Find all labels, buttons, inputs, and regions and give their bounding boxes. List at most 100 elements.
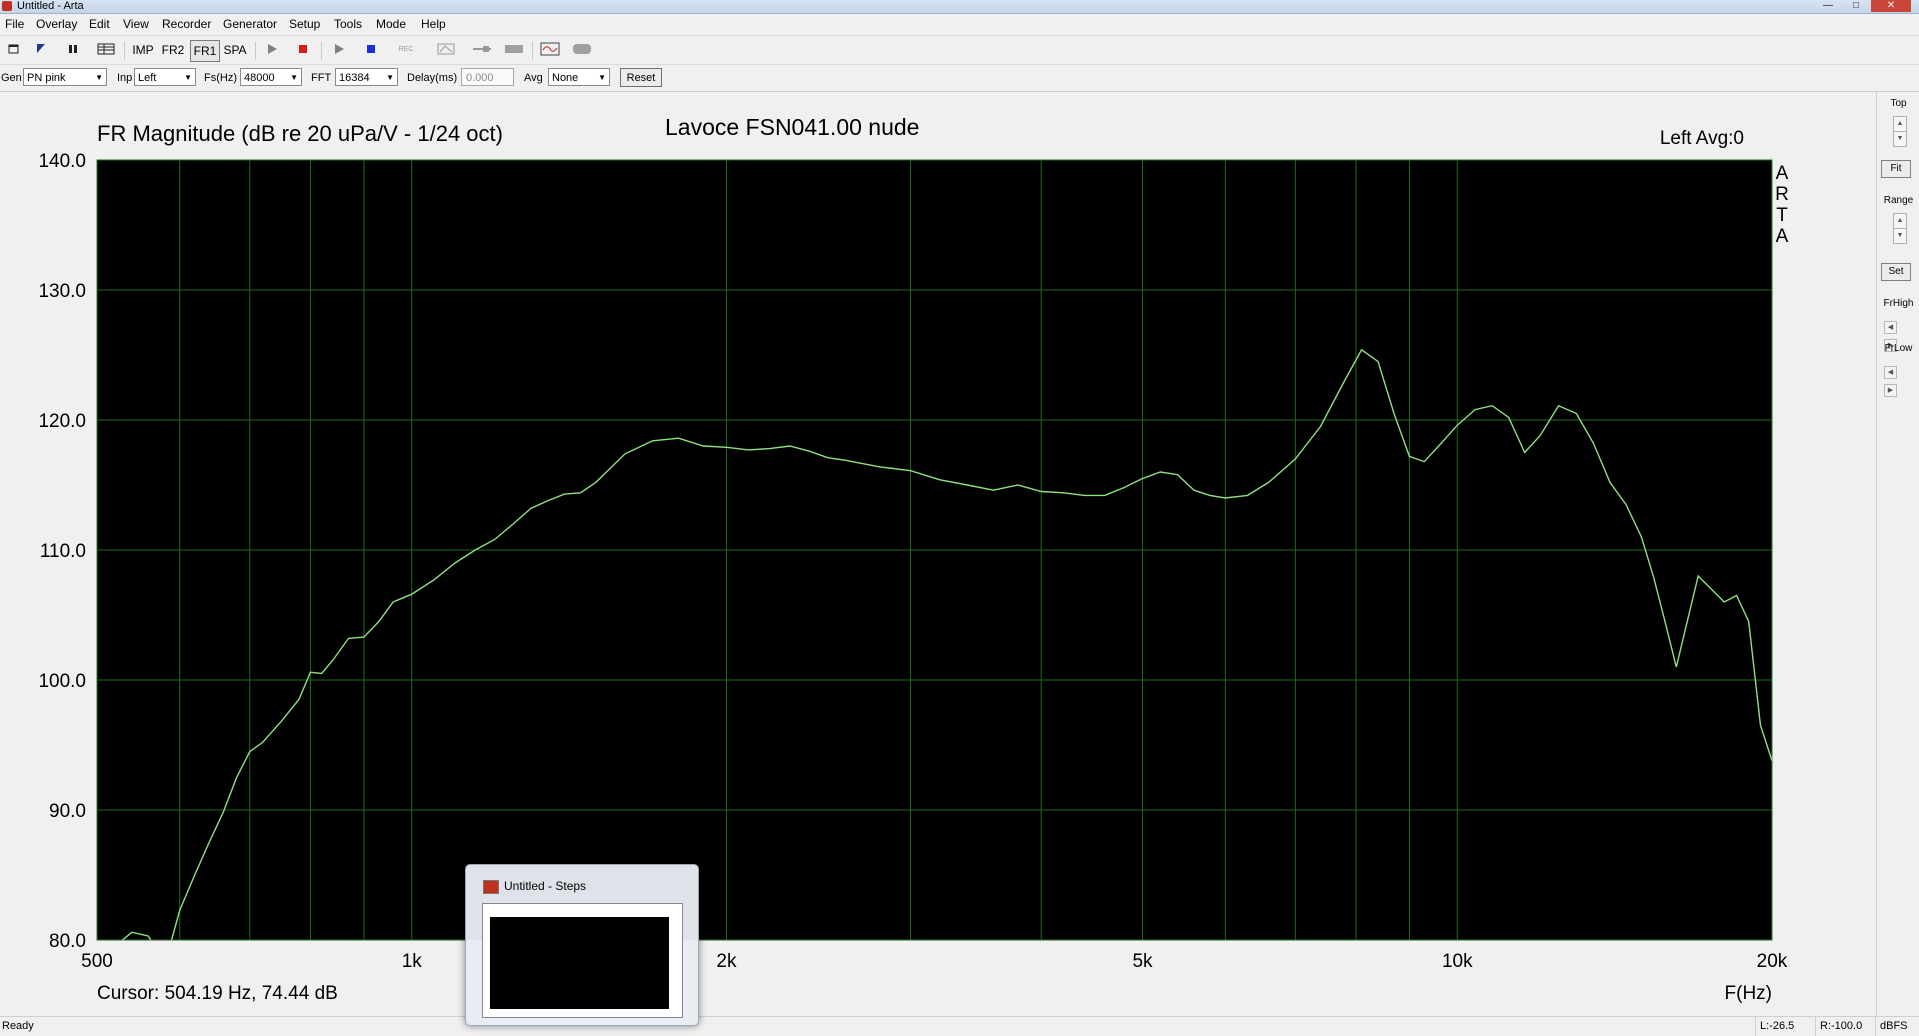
table-icon[interactable] xyxy=(97,42,115,56)
x-tick-label: 2k xyxy=(716,951,737,972)
mode-fr1-button[interactable]: FR1 xyxy=(190,40,220,62)
status-ready: Ready xyxy=(2,1020,34,1032)
status-left-level: L:-26.5 xyxy=(1755,1017,1820,1036)
open-icon[interactable] xyxy=(34,42,48,56)
fft-value: 16384 xyxy=(339,72,370,84)
chevron-down-icon: ▼ xyxy=(95,73,103,82)
top-label: Top xyxy=(1890,98,1907,109)
avg-label: Avg xyxy=(524,72,543,84)
fft-label: FFT xyxy=(311,72,332,84)
top-down-button[interactable]: ▼ xyxy=(1893,131,1907,147)
menu-help[interactable]: Help xyxy=(421,16,446,33)
channel-info: Left Avg:0 xyxy=(1660,128,1744,149)
status-unit: dBFS xyxy=(1875,1017,1919,1036)
window-title: Untitled - Arta xyxy=(17,0,84,12)
avg-value: None xyxy=(552,72,579,84)
stop-icon[interactable] xyxy=(296,42,310,56)
chevron-down-icon: ▼ xyxy=(386,73,394,82)
inp-label: Inp xyxy=(117,72,133,84)
y-tick-label: 80.0 xyxy=(49,931,86,952)
range-label: Range xyxy=(1883,195,1914,206)
window-titlebar: Untitled - Arta — □ ✕ xyxy=(0,0,1919,14)
chevron-down-icon: ▼ xyxy=(290,73,298,82)
fs-select[interactable]: 48000 ▼ xyxy=(240,68,302,86)
range-down-button[interactable]: ▼ xyxy=(1893,228,1907,244)
frhigh-left-button[interactable]: ◀ xyxy=(1884,321,1897,334)
record-icon[interactable]: REC xyxy=(392,40,420,60)
y-axis-title: FR Magnitude (dB re 20 uPa/V - 1/24 oct) xyxy=(97,121,503,146)
set-button[interactable]: Set xyxy=(1881,263,1911,281)
minimize-button[interactable]: — xyxy=(1815,0,1841,12)
pause-icon[interactable] xyxy=(66,42,80,56)
x-tick-label: 500 xyxy=(81,951,113,972)
menu-mode[interactable]: Mode xyxy=(376,16,406,33)
y-tick-label: 140.0 xyxy=(38,151,86,172)
close-button[interactable]: ✕ xyxy=(1871,0,1911,12)
menu-overlay[interactable]: Overlay xyxy=(36,16,77,33)
plot-area: 80.0 90.0 100.0 110.0 120.0 130.0 140.0 500 1k 2k… xyxy=(0,92,1876,1016)
stop-icon[interactable] xyxy=(364,42,378,56)
fit-button[interactable]: Fit xyxy=(1881,160,1911,178)
y-tick-label: 100.0 xyxy=(38,671,86,692)
menu-bar: File Overlay Edit View Recorder Generato… xyxy=(0,14,1919,36)
arta-side-letter: A xyxy=(1776,163,1789,184)
menu-edit[interactable]: Edit xyxy=(89,16,110,33)
frlow-label: FrLow xyxy=(1884,343,1913,354)
y-tick-label: 130.0 xyxy=(38,281,86,302)
mode-imp-button[interactable]: IMP xyxy=(130,40,156,60)
x-tick-label: 5k xyxy=(1132,951,1153,972)
x-tick-label: 1k xyxy=(402,951,423,972)
steps-app-icon xyxy=(483,880,499,894)
gen-value: PN pink xyxy=(27,72,66,84)
frequency-response-chart[interactable]: 80.0 90.0 100.0 110.0 120.0 130.0 140.0 500 1k 2k… xyxy=(0,92,1876,1016)
arta-side-letter: T xyxy=(1776,205,1788,226)
thumbnail-preview xyxy=(482,903,683,1018)
menu-file[interactable]: File xyxy=(5,16,24,33)
thumbnail-preview-plot xyxy=(490,917,669,1009)
sweep-icon[interactable] xyxy=(437,42,455,56)
status-bar: Ready L:-26.5 R:-100.0 dBFS xyxy=(0,1016,1919,1036)
fs-label: Fs(Hz) xyxy=(204,72,237,84)
delay-label: Delay(ms) xyxy=(407,72,458,84)
x-tick-label: 10k xyxy=(1442,951,1473,972)
gen-select[interactable]: PN pink ▼ xyxy=(23,68,107,86)
menu-setup[interactable]: Setup xyxy=(289,16,320,33)
toolbar: IMP FR2 FR1 SPA REC xyxy=(0,36,1919,65)
chevron-down-icon: ▼ xyxy=(184,73,192,82)
menu-view[interactable]: View xyxy=(123,16,149,33)
fft-select[interactable]: 16384 ▼ xyxy=(335,68,398,86)
mode-spa-button[interactable]: SPA xyxy=(221,40,249,60)
menu-generator[interactable]: Generator xyxy=(223,16,277,33)
y-tick-label: 90.0 xyxy=(49,801,86,822)
control-bar: Gen PN pink ▼ Inp Left ▼ Fs(Hz) 48000 ▼ FFT… xyxy=(0,65,1919,92)
signal-icon[interactable] xyxy=(472,42,492,56)
play-icon[interactable] xyxy=(332,42,346,56)
reset-button[interactable]: Reset xyxy=(620,68,662,87)
meter-icon[interactable] xyxy=(504,42,524,56)
delay-input[interactable]: 0.000 xyxy=(461,68,514,86)
taskbar-thumbnail[interactable]: Untitled - Steps xyxy=(465,864,699,1026)
status-right-level: R:-100.0 xyxy=(1815,1017,1878,1036)
frlow-arrows: ◀▶ xyxy=(1884,361,1910,397)
frlow-right-button[interactable]: ▶ xyxy=(1884,384,1897,397)
maximize-button[interactable]: □ xyxy=(1843,0,1869,12)
right-control-panel: Top ▲ ▼ Fit Range ▲ ▼ Set FrHigh ◀▶ FrLo… xyxy=(1876,92,1919,1016)
chevron-down-icon: ▼ xyxy=(598,73,606,82)
menu-tools[interactable]: Tools xyxy=(334,16,362,33)
arta-app-icon xyxy=(2,1,12,11)
oval-icon[interactable] xyxy=(572,42,592,56)
top-up-button[interactable]: ▲ xyxy=(1893,116,1907,132)
thumbnail-title: Untitled - Steps xyxy=(504,879,587,893)
range-up-button[interactable]: ▲ xyxy=(1893,213,1907,229)
play-icon[interactable] xyxy=(265,42,279,56)
frlow-left-button[interactable]: ◀ xyxy=(1884,366,1897,379)
menu-recorder[interactable]: Recorder xyxy=(162,16,211,33)
toolbar-separator xyxy=(532,42,533,60)
avg-select[interactable]: None ▼ xyxy=(548,68,610,86)
scope-icon[interactable] xyxy=(540,42,560,56)
gen-label: Gen xyxy=(1,72,22,84)
inp-select[interactable]: Left ▼ xyxy=(134,68,196,86)
mode-fr2-button[interactable]: FR2 xyxy=(159,40,187,60)
y-tick-label: 110.0 xyxy=(40,541,86,562)
new-icon[interactable] xyxy=(7,42,21,56)
